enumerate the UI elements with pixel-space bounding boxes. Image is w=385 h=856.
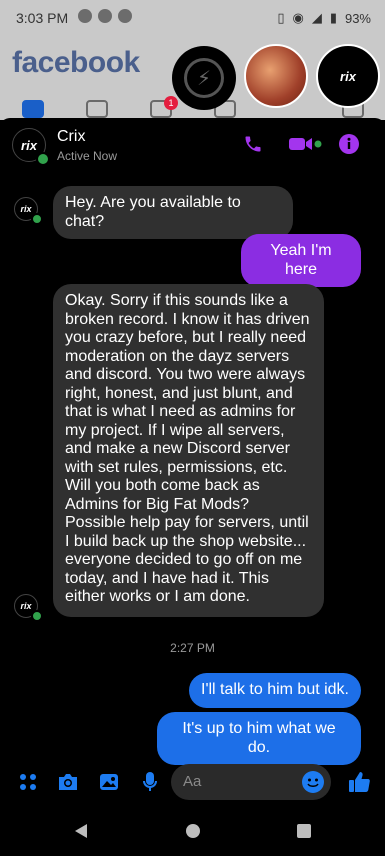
message-timestamp: 2:27 PM (170, 641, 215, 655)
online-indicator (31, 610, 43, 622)
status-time: 3:03 PM (16, 10, 69, 26)
contact-status: Active Now (57, 149, 118, 163)
online-indicator (36, 152, 50, 166)
phone-icon[interactable] (241, 132, 265, 156)
chat-header: rix Crix Active Now (0, 118, 385, 174)
messenger-notification-icon (118, 9, 132, 23)
video-icon[interactable] (287, 132, 323, 156)
chathead-crix-logo: rix (340, 68, 356, 84)
signal-icon: ◢ (311, 10, 322, 25)
chathead-crix[interactable]: rix (316, 44, 380, 108)
notification-icon (98, 9, 112, 23)
messenger-chathead[interactable]: ⚡ (172, 46, 236, 110)
avatar-logo: rix (20, 601, 32, 611)
camera-icon[interactable] (57, 770, 79, 794)
messenger-icon: ⚡ (184, 58, 224, 98)
status-right: ▯ ◉ ◢ ▮ 93% (277, 10, 371, 26)
apps-icon[interactable] (18, 770, 38, 794)
facebook-logo: facebook (12, 46, 140, 79)
battery-icon: ▮ (329, 10, 337, 25)
chat-panel: rix Crix Active Now rix Hey. Are you ava… (0, 118, 385, 816)
recents-icon[interactable] (296, 823, 312, 844)
online-indicator (31, 213, 43, 225)
contact-name[interactable]: Crix (57, 128, 85, 146)
home-icon[interactable] (22, 100, 44, 118)
message-composer: Aa (0, 758, 385, 806)
message-outgoing[interactable]: I'll talk to him but idk. (189, 673, 361, 708)
vibrate-icon: ▯ (277, 10, 285, 25)
info-icon[interactable] (337, 132, 361, 156)
like-icon[interactable] (347, 770, 371, 794)
avatar-logo: rix (21, 137, 37, 153)
notification-badge: 1 (164, 96, 178, 110)
message-incoming[interactable]: Okay. Sorry if this sounds like a broken… (53, 284, 324, 617)
message-outgoing[interactable]: Yeah I'm here (241, 234, 361, 287)
wifi-icon: ◉ (292, 10, 304, 25)
mic-icon[interactable] (140, 770, 160, 794)
message-incoming[interactable]: Hey. Are you available to chat? (53, 186, 293, 239)
chathead-photo[interactable] (244, 44, 308, 108)
friends-icon[interactable] (86, 100, 108, 118)
home-button-icon[interactable] (185, 823, 201, 844)
emoji-icon[interactable] (302, 771, 324, 793)
notification-icon (78, 9, 92, 23)
avatar-logo: rix (20, 204, 32, 214)
gallery-icon[interactable] (98, 770, 120, 794)
back-icon[interactable] (73, 823, 89, 844)
system-nav-bar (0, 806, 385, 856)
status-bar: 3:03 PM ▯ ◉ ◢ ▮ 93% (0, 0, 385, 36)
notification-icons (78, 9, 132, 23)
battery-level: 93% (344, 10, 371, 26)
